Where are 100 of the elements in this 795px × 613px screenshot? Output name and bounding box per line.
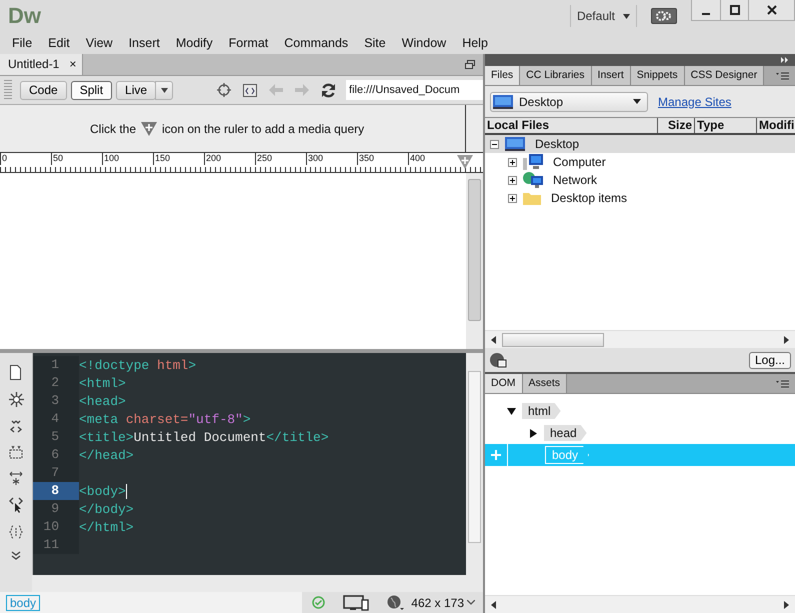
- file-name: Network: [553, 173, 598, 187]
- menu-item[interactable]: Window: [394, 36, 454, 50]
- scrollbar[interactable]: [32, 575, 483, 592]
- scrollbar[interactable]: [466, 353, 483, 575]
- scroll-right-icon[interactable]: [784, 336, 789, 344]
- view-button[interactable]: Split: [70, 80, 112, 100]
- menu-item[interactable]: File: [4, 36, 40, 50]
- menu-item[interactable]: Format: [220, 36, 276, 50]
- media-query-marker-icon[interactable]: [457, 155, 473, 169]
- braces-icon[interactable]: [9, 525, 23, 539]
- folder-icon: [523, 192, 541, 204]
- element-tag[interactable]: html: [522, 403, 561, 419]
- scroll-left-icon[interactable]: [491, 336, 496, 344]
- element-tag[interactable]: head: [544, 425, 587, 441]
- file-tree-item[interactable]: Desktop: [485, 135, 795, 153]
- chevron-down-icon: [467, 600, 475, 605]
- menu-item[interactable]: Insert: [120, 36, 168, 50]
- address-field[interactable]: file:///Unsaved_Docum: [346, 80, 483, 100]
- menu-item[interactable]: Edit: [40, 36, 78, 50]
- view-button[interactable]: Code: [20, 80, 67, 100]
- menu-item[interactable]: Modify: [168, 36, 221, 50]
- panel-tab[interactable]: Assets: [522, 374, 568, 393]
- column-header[interactable]: Size: [658, 118, 695, 133]
- code-line: </body>: [79, 502, 134, 516]
- restore-icon[interactable]: [465, 60, 475, 69]
- check-icon: [312, 596, 326, 609]
- column-header[interactable]: Local Files: [485, 118, 658, 133]
- menu-item[interactable]: Help: [454, 36, 496, 50]
- close-button[interactable]: [748, 0, 794, 20]
- code-line: </head>: [79, 448, 134, 462]
- code-line: <!doctype html>: [79, 358, 196, 372]
- scrollbar[interactable]: [466, 173, 483, 349]
- settings-button[interactable]: [651, 8, 677, 24]
- computer-icon: [523, 154, 543, 170]
- app-logo: Dw: [8, 3, 41, 29]
- select-icon[interactable]: [9, 445, 23, 459]
- code-cursor-icon[interactable]: [9, 497, 23, 513]
- menu-item[interactable]: Site: [356, 36, 394, 50]
- target-icon[interactable]: [217, 83, 232, 97]
- menu-item[interactable]: View: [78, 36, 121, 50]
- caret-right-icon[interactable]: [529, 428, 538, 438]
- view-button[interactable]: Live: [116, 80, 156, 100]
- expand-icon[interactable]: [508, 158, 517, 166]
- scroll-thumb[interactable]: [502, 332, 604, 346]
- collapse-icon[interactable]: [490, 140, 499, 148]
- scroll-left-icon[interactable]: [491, 600, 496, 608]
- panel-menu-icon[interactable]: [776, 380, 789, 388]
- hint-text: Click the: [90, 122, 136, 136]
- site-dropdown[interactable]: Desktop: [490, 92, 648, 112]
- document-tab[interactable]: Untitled-1 ×: [0, 54, 84, 75]
- file-tree-item[interactable]: Network: [503, 171, 795, 189]
- resize-icon[interactable]: [9, 471, 23, 485]
- chevron-down-icon[interactable]: [11, 551, 21, 561]
- file-tree-item[interactable]: Computer: [503, 153, 795, 171]
- panel-tab[interactable]: Insert: [592, 66, 631, 85]
- expand-icon[interactable]: [9, 419, 23, 433]
- dropdown-button[interactable]: [155, 80, 174, 100]
- devices-icon[interactable]: [343, 594, 370, 610]
- column-header[interactable]: Type: [695, 118, 757, 133]
- close-icon[interactable]: ×: [69, 57, 76, 75]
- document-icon[interactable]: [10, 365, 22, 380]
- log-button[interactable]: Log...: [748, 352, 791, 368]
- ruler-label: 250: [255, 153, 306, 165]
- ruler-label: 150: [153, 153, 204, 165]
- refresh-icon[interactable]: [321, 82, 336, 98]
- line-number: 8: [33, 482, 79, 500]
- menu-item[interactable]: Commands: [276, 36, 356, 50]
- minimize-button[interactable]: [692, 0, 720, 20]
- code-line: <html>: [79, 376, 126, 390]
- ruler-label: 300: [306, 153, 357, 165]
- panel-tab[interactable]: Files: [485, 66, 520, 85]
- asterisk-icon[interactable]: [8, 392, 24, 407]
- code-inspect-icon[interactable]: [243, 84, 258, 96]
- expand-icon[interactable]: [508, 194, 517, 202]
- workspace-dropdown[interactable]: Default: [570, 5, 637, 27]
- maximize-button[interactable]: [720, 0, 748, 20]
- line-number: 9: [33, 500, 79, 518]
- line-number: 1: [33, 356, 79, 374]
- monitor-icon: [493, 94, 513, 108]
- manage-sites-link[interactable]: Manage Sites: [658, 94, 732, 108]
- panel-menu-icon[interactable]: [776, 72, 789, 80]
- panel-tab[interactable]: DOM: [485, 374, 522, 393]
- column-header[interactable]: Modifi: [757, 118, 795, 133]
- dom-tree-item[interactable]: head: [485, 422, 795, 444]
- file-tree-item[interactable]: Desktop items: [503, 189, 795, 207]
- panel-tab[interactable]: CSS Designer: [684, 66, 764, 85]
- expand-icon[interactable]: [508, 176, 517, 184]
- ruler-label: 0: [0, 153, 51, 165]
- globe-icon[interactable]: [489, 352, 507, 368]
- collapse-panel-icon[interactable]: [781, 57, 789, 63]
- panel-tab[interactable]: CC Libraries: [520, 66, 592, 85]
- dom-tree-item[interactable]: html: [485, 400, 795, 422]
- caret-down-icon: [633, 99, 641, 104]
- scroll-right-icon[interactable]: [784, 600, 789, 608]
- caret-down-icon[interactable]: [507, 406, 516, 416]
- panel-tab[interactable]: Snippets: [630, 66, 685, 85]
- minimize-icon: [702, 13, 710, 15]
- ruler-label: 200: [204, 153, 255, 165]
- media-query-icon: [141, 122, 158, 136]
- globe-icon[interactable]: [387, 594, 406, 610]
